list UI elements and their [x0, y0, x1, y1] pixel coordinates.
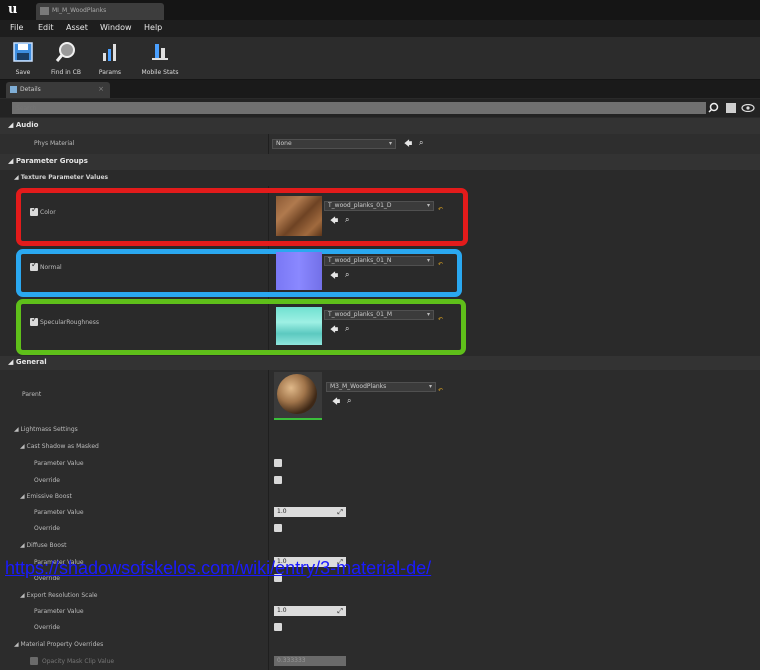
emissive-override-label: Override	[34, 525, 60, 532]
find-in-content-browser-icon	[55, 42, 75, 62]
export-override-checkbox[interactable]	[274, 623, 282, 631]
save-button[interactable]: Save	[6, 39, 40, 77]
reset-to-default-icon[interactable]: ↶	[438, 387, 443, 394]
cast-shadow-header[interactable]: ◢ Cast Shadow as Masked	[20, 443, 99, 450]
cast-shadow-override-checkbox[interactable]	[274, 476, 282, 484]
eye-icon[interactable]	[741, 104, 755, 112]
normal-texture-thumbnail[interactable]	[276, 252, 322, 290]
mobile-stats-icon	[152, 44, 168, 60]
use-selected-arrow-icon[interactable]: 🡄	[330, 215, 338, 229]
normal-texture-dropdown[interactable]: T_wood_planks_01_N ▾	[324, 256, 434, 266]
opacity-mask-label: Opacity Mask Clip Value	[42, 658, 115, 665]
normal-param-checkbox[interactable]	[30, 260, 38, 271]
menu-file[interactable]: File	[10, 23, 23, 32]
reset-to-default-icon[interactable]: ↶	[438, 206, 443, 213]
specular-param-label: SpecularRoughness	[40, 319, 99, 326]
lightmass-settings-header[interactable]: ◢ Lightmass Settings	[14, 426, 78, 433]
color-param-label: Color	[40, 209, 56, 216]
use-selected-arrow-icon[interactable]: 🡄	[404, 138, 412, 152]
menu-edit[interactable]: Edit	[38, 23, 54, 32]
drag-handle-icon: ⤢	[337, 508, 343, 516]
color-param-checkbox[interactable]	[30, 205, 38, 216]
specular-highlight-box	[16, 299, 466, 355]
document-tab-label: MI_M_WoodPlanks	[52, 7, 107, 14]
color-texture-dropdown[interactable]: T_wood_planks_01_D ▾	[324, 201, 434, 211]
phys-material-dropdown[interactable]: None ▾	[272, 139, 396, 149]
cast-shadow-parameter-value-label: Parameter Value	[34, 460, 84, 467]
general-section-body	[0, 370, 760, 670]
title-bar: u MI_M_WoodPlanks	[0, 0, 760, 20]
export-resolution-numeric-field[interactable]: 1.0 ⤢	[274, 606, 346, 616]
use-selected-arrow-icon[interactable]: 🡄	[330, 270, 338, 284]
cast-shadow-value-checkbox[interactable]	[274, 459, 282, 467]
chevron-down-icon: ▾	[426, 257, 430, 264]
color-texture-thumbnail[interactable]	[276, 196, 322, 236]
browse-search-icon[interactable]: ⌕	[345, 215, 349, 225]
specular-param-checkbox[interactable]	[30, 315, 38, 326]
source-link[interactable]: https://shadowsofskelos.com/wiki/entry/3…	[5, 558, 431, 579]
mobile-stats-button[interactable]: Mobile Stats	[134, 39, 186, 77]
browse-search-icon[interactable]: ⌕	[345, 270, 349, 280]
toolbar: Save Find in CB Params Mobile Stats	[0, 37, 760, 80]
parent-material-thumbnail[interactable]	[274, 372, 322, 420]
save-icon	[13, 42, 33, 62]
audio-section-header[interactable]: ◢ Audio	[0, 118, 760, 134]
menu-asset[interactable]: Asset	[66, 23, 88, 32]
unreal-logo: u	[8, 2, 18, 17]
emissive-parameter-value-label: Parameter Value	[34, 509, 84, 516]
emissive-boost-numeric-field[interactable]: 1.0 ⤢	[274, 507, 346, 517]
material-property-overrides-header[interactable]: ◢ Material Property Overrides	[14, 641, 103, 648]
parent-label: Parent	[22, 391, 42, 398]
chevron-down-icon: ▾	[426, 202, 430, 209]
browse-search-icon[interactable]: ⌕	[345, 324, 349, 334]
general-section-header[interactable]: ◢ General	[0, 356, 760, 370]
chevron-down-icon: ▾	[388, 140, 392, 147]
material-sphere-icon	[277, 374, 317, 414]
export-override-label: Override	[34, 624, 60, 631]
export-parameter-value-label: Parameter Value	[34, 608, 84, 615]
params-button[interactable]: Params	[92, 39, 128, 77]
document-tab[interactable]: MI_M_WoodPlanks	[36, 3, 164, 20]
drag-handle-icon: ⤢	[337, 607, 343, 615]
search-row	[0, 99, 760, 117]
params-icon	[103, 44, 116, 61]
details-icon	[10, 86, 17, 93]
chevron-down-icon: ▾	[426, 311, 430, 318]
phys-material-row: Phys Material None ▾ 🡄 ⌕	[0, 134, 760, 154]
export-resolution-scale-header[interactable]: ◢ Export Resolution Scale	[20, 592, 97, 599]
find-in-cb-button[interactable]: Find in CB	[44, 39, 88, 77]
specular-texture-dropdown[interactable]: T_wood_planks_01_M ▾	[324, 310, 434, 320]
close-icon[interactable]: ×	[98, 85, 104, 93]
search-icon[interactable]	[708, 102, 719, 113]
reset-to-default-icon[interactable]: ↶	[438, 261, 443, 268]
normal-param-label: Normal	[40, 264, 62, 271]
use-selected-arrow-icon[interactable]: 🡄	[330, 324, 338, 338]
tab-details[interactable]: Details ×	[6, 82, 110, 98]
specular-texture-thumbnail[interactable]	[276, 307, 322, 345]
details-tab-row: Details ×	[0, 80, 760, 98]
menu-bar: File Edit Asset Window Help	[0, 20, 760, 37]
browse-search-icon[interactable]: ⌕	[419, 138, 423, 148]
cast-shadow-override-label: Override	[34, 477, 60, 484]
opacity-mask-numeric-field[interactable]: 0.333333	[274, 656, 346, 666]
chevron-down-icon: ▾	[428, 383, 432, 390]
texture-parameter-values-header[interactable]: ◢ Texture Parameter Values	[0, 170, 760, 186]
opacity-mask-checkbox[interactable]	[30, 657, 38, 665]
property-matrix-icon[interactable]	[726, 103, 736, 113]
search-input[interactable]	[12, 102, 706, 114]
material-instance-icon	[40, 7, 49, 15]
color-highlight-box	[16, 188, 468, 246]
emissive-boost-header[interactable]: ◢ Emissive Boost	[20, 493, 72, 500]
parent-dropdown[interactable]: M3_M_WoodPlanks ▾	[326, 382, 436, 392]
diffuse-boost-header[interactable]: ◢ Diffuse Boost	[20, 542, 66, 549]
use-selected-arrow-icon[interactable]: 🡄	[332, 396, 340, 410]
menu-help[interactable]: Help	[144, 23, 162, 32]
phys-material-label: Phys Material	[34, 140, 75, 147]
menu-window[interactable]: Window	[100, 23, 132, 32]
emissive-override-checkbox[interactable]	[274, 524, 282, 532]
browse-search-icon[interactable]: ⌕	[347, 396, 351, 406]
parameter-groups-header[interactable]: ◢ Parameter Groups	[0, 154, 760, 170]
reset-to-default-icon[interactable]: ↶	[438, 316, 443, 323]
